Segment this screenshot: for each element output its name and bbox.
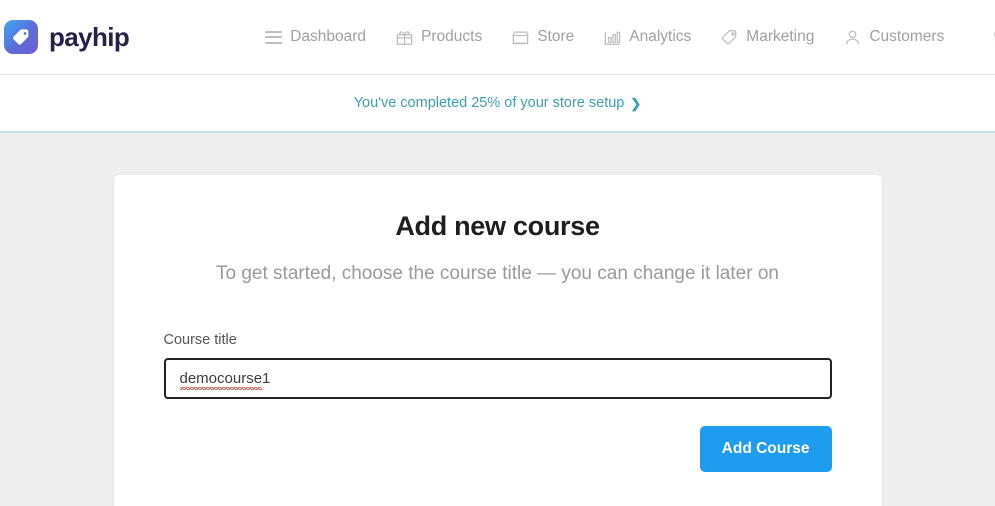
gift-box-icon: [395, 28, 414, 47]
person-icon: [843, 28, 862, 47]
nav-item-customers[interactable]: Customers: [843, 28, 944, 47]
store-setup-banner: You've completed 25% of your store setup…: [0, 75, 995, 133]
main-navigation: Dashboard Products Store Analytics Marke…: [264, 26, 995, 48]
nav-item-label: Customers: [869, 28, 945, 45]
course-title-suffix: 1: [262, 370, 271, 387]
page-title: Add new course: [395, 211, 600, 241]
course-title-value: democourse1: [179, 370, 271, 390]
course-title-input[interactable]: democourse1: [163, 358, 832, 399]
nav-item-store[interactable]: Store: [511, 28, 574, 47]
nav-item-label: Dashboard: [290, 28, 367, 45]
storefront-icon: [511, 28, 530, 47]
add-course-button[interactable]: Add Course: [699, 426, 832, 472]
course-title-field-group: Course title democourse1: [163, 332, 832, 399]
nav-item-label: Store: [537, 28, 575, 45]
brand-logo[interactable]: payhip: [4, 20, 130, 54]
nav-item-label: Marketing: [746, 28, 815, 45]
nav-item-marketing[interactable]: Marketing: [720, 28, 814, 47]
add-course-card: Add new course To get started, choose th…: [113, 175, 882, 506]
app-header: payhip Dashboard Products Store Analytic…: [0, 0, 995, 75]
course-title-label: Course title: [163, 332, 237, 348]
misspelled-word: democourse: [179, 370, 263, 390]
page-subtitle: To get started, choose the course title …: [216, 263, 779, 284]
hamburger-icon: [264, 28, 283, 47]
brand-name: payhip: [49, 21, 130, 52]
nav-item-label: Analytics: [629, 28, 692, 45]
store-setup-text: You've completed 25% of your store setup: [353, 95, 625, 111]
nav-item-products[interactable]: Products: [395, 28, 482, 47]
tag-icon: [4, 20, 38, 54]
store-setup-link[interactable]: You've completed 25% of your store setup…: [354, 95, 642, 111]
card-actions: Add Course: [164, 426, 832, 472]
price-tag-icon: [720, 28, 739, 47]
chevron-right-icon: ❯: [630, 95, 642, 111]
bar-chart-icon: [603, 28, 622, 47]
nav-item-dashboard[interactable]: Dashboard: [264, 28, 366, 47]
nav-item-analytics[interactable]: Analytics: [603, 28, 691, 47]
nav-item-label: Products: [421, 28, 483, 45]
page-content: Add new course To get started, choose th…: [0, 133, 995, 506]
